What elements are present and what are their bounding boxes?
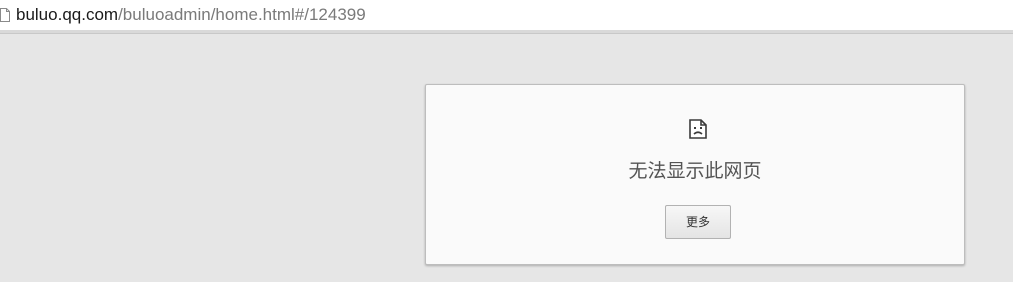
error-card: 无法显示此网页 更多 xyxy=(425,84,965,265)
more-button[interactable]: 更多 xyxy=(665,205,731,239)
url-field[interactable]: buluo.qq.com/buluoadmin/home.html#/12439… xyxy=(16,5,366,25)
url-host: buluo.qq.com xyxy=(16,5,119,24)
address-bar[interactable]: buluo.qq.com/buluoadmin/home.html#/12439… xyxy=(0,0,1013,34)
sad-page-icon xyxy=(689,119,707,139)
url-path: /buluoadmin/home.html#/124399 xyxy=(118,5,366,24)
error-message: 无法显示此网页 xyxy=(628,160,762,182)
page-icon xyxy=(0,7,10,22)
